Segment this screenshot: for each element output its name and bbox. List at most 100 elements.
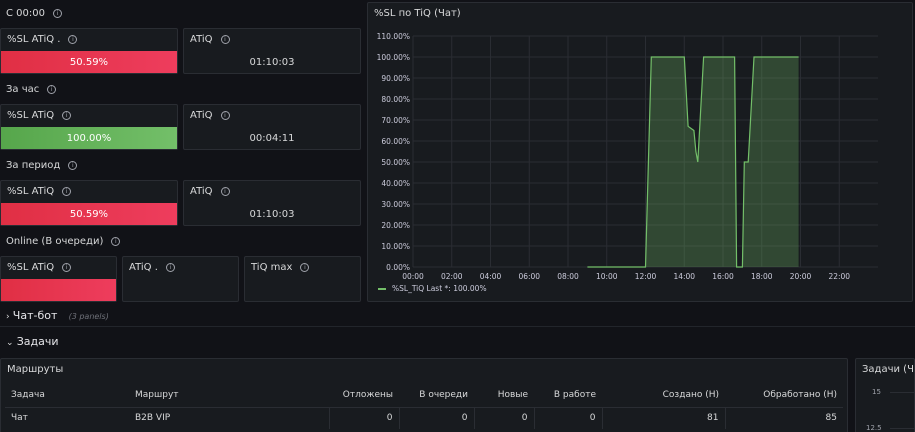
sl-atiq-panel-1: %SL ATiQ . i 50.59% xyxy=(0,28,178,74)
atiq-value: 00:04:11 xyxy=(249,133,295,144)
sl-atiq-panel-3: %SL ATiQ i 50.59% xyxy=(0,180,178,226)
sl-tiq-chart[interactable]: 0.00% 10.00% 20.00% 30.00% 40.00% 50.00% 60.00… xyxy=(368,3,914,303)
sl-value: 50.59% xyxy=(69,57,109,68)
panel-title: %SL ATiQ xyxy=(7,186,55,197)
table-row: Чат B2B VIP 0 0 0 0 81 85 xyxy=(5,406,843,429)
info-icon[interactable]: i xyxy=(52,8,62,18)
divider xyxy=(0,326,915,327)
tasks-chart-panel: Задачи (Ча 15 12.5 xyxy=(855,358,915,432)
atiq-value: 01:10:03 xyxy=(249,209,295,220)
row-tasks[interactable]: ⌄ Задачи xyxy=(6,335,59,348)
row-chatbot-title: Чат-бот xyxy=(12,309,58,322)
x-tick-label: 00:00 xyxy=(402,272,424,281)
sl-value-box: 100.00% xyxy=(1,127,177,149)
x-tick-label: 22:00 xyxy=(828,272,850,281)
chevron-down-icon: ⌄ xyxy=(6,338,14,348)
y-tick-label: 80.00% xyxy=(381,95,410,104)
sl-value-box: 50.59% xyxy=(1,203,177,225)
cell-route: B2B VIP xyxy=(129,406,330,429)
sl-atiq-panel-2: %SL ATiQ i 100.00% xyxy=(0,104,178,150)
atiq-panel-1: ATiQ i 01:10:03 xyxy=(183,28,361,74)
y-tick-label: 50.00% xyxy=(381,158,410,167)
x-tick-label: 06:00 xyxy=(518,272,540,281)
col-header-created[interactable]: Создано (Н) xyxy=(602,383,725,407)
cell-new: 0 xyxy=(474,406,535,429)
y-tick-label: 0.00% xyxy=(386,263,410,272)
atiq-panel-2: ATiQ i 00:04:11 xyxy=(183,104,361,150)
panel-title: ATiQ xyxy=(190,186,213,197)
col-header-queued[interactable]: В очереди xyxy=(399,383,474,407)
x-tick-label: 16:00 xyxy=(712,272,734,281)
col-header-new[interactable]: Новые xyxy=(474,383,534,407)
panel-title: ATiQ xyxy=(190,34,213,45)
info-icon[interactable]: i xyxy=(47,84,57,94)
atiq-panel-4: ATiQ . i xyxy=(122,256,239,302)
row-title-per-period: За период i xyxy=(6,160,78,171)
tasks-chart-title: Задачи (Ча xyxy=(862,364,915,375)
row-title-since-midnight: С 00:00 i xyxy=(6,8,62,19)
panel-title: ATiQ xyxy=(190,110,213,121)
y-tick-label: 40.00% xyxy=(381,179,410,188)
tasks-y-tick: 12.5 xyxy=(866,424,882,432)
info-icon[interactable]: i xyxy=(68,34,78,44)
x-tick-label: 02:00 xyxy=(441,272,463,281)
y-tick-label: 10.00% xyxy=(381,242,410,251)
col-header-processed[interactable]: Обработано (Н) xyxy=(725,383,843,407)
tiq-max-panel: TiQ max i xyxy=(244,256,361,302)
row-chatbot[interactable]: › Чат-бот (3 panels) xyxy=(6,309,109,322)
y-tick-label: 110.00% xyxy=(377,32,410,41)
cell-created: 81 xyxy=(602,406,726,429)
grid-line xyxy=(890,428,914,429)
info-icon[interactable]: i xyxy=(165,262,175,272)
x-tick-label: 14:00 xyxy=(673,272,695,281)
x-tick-label: 10:00 xyxy=(596,272,618,281)
legend-label: %SL_TiQ Last *: 100.00% xyxy=(392,284,487,293)
atiq-value: 01:10:03 xyxy=(249,57,295,68)
x-tick-label: 20:00 xyxy=(790,272,812,281)
routes-panel: Маршруты Задача Маршрут Отложены В очере… xyxy=(0,358,848,432)
y-tick-label: 70.00% xyxy=(381,116,410,125)
panel-title: TiQ max xyxy=(251,262,293,273)
cell-processed: 85 xyxy=(725,406,843,429)
y-tick-label: 20.00% xyxy=(381,221,410,230)
sl-value: 100.00% xyxy=(66,133,112,144)
cell-in-work: 0 xyxy=(534,406,603,429)
x-tick-label: 12:00 xyxy=(635,272,657,281)
col-header-route[interactable]: Маршрут xyxy=(129,383,329,407)
cell-queued: 0 xyxy=(399,406,475,429)
sl-value: 50.59% xyxy=(69,209,109,220)
col-header-in-work[interactable]: В работе xyxy=(534,383,602,407)
row-tasks-title: Задачи xyxy=(16,335,59,348)
chevron-right-icon: › xyxy=(6,312,10,322)
info-icon[interactable]: i xyxy=(62,186,72,196)
info-icon[interactable]: i xyxy=(62,110,72,120)
sl-tiq-chart-panel: %SL по TiQ (Чат) 0.00% 10.00% 20.00% 30.00%… xyxy=(367,2,913,302)
y-tick-label: 30.00% xyxy=(381,200,410,209)
panel-title: %SL ATiQ xyxy=(7,262,55,273)
legend-swatch xyxy=(378,288,386,290)
y-tick-label: 90.00% xyxy=(381,74,410,83)
x-tick-label: 08:00 xyxy=(557,272,579,281)
info-icon[interactable]: i xyxy=(300,262,310,272)
info-icon[interactable]: i xyxy=(220,110,230,120)
row-title-online: Online (В очереди) i xyxy=(6,236,121,247)
atiq-panel-3: ATiQ i 01:10:03 xyxy=(183,180,361,226)
tasks-y-tick: 15 xyxy=(872,388,881,396)
panel-title: ATiQ . xyxy=(129,262,158,273)
info-icon[interactable]: i xyxy=(220,186,230,196)
grid-line xyxy=(890,392,914,393)
info-icon[interactable]: i xyxy=(220,34,230,44)
sl-atiq-panel-4: %SL ATiQ i xyxy=(0,256,117,302)
info-icon[interactable]: i xyxy=(68,160,78,170)
y-tick-label: 100.00% xyxy=(377,53,410,62)
info-icon[interactable]: i xyxy=(62,262,72,272)
x-tick-label: 18:00 xyxy=(751,272,773,281)
info-icon[interactable]: i xyxy=(111,236,121,246)
col-header-task[interactable]: Задача xyxy=(5,383,129,407)
row-chatbot-panels-count: (3 panels) xyxy=(68,312,109,321)
x-tick-label: 04:00 xyxy=(480,272,502,281)
col-header-postponed[interactable]: Отложены xyxy=(329,383,399,407)
sl-value-box xyxy=(1,279,116,301)
routes-table: Задача Маршрут Отложены В очереди Новые … xyxy=(5,383,843,429)
table-header-row: Задача Маршрут Отложены В очереди Новые … xyxy=(5,383,843,407)
